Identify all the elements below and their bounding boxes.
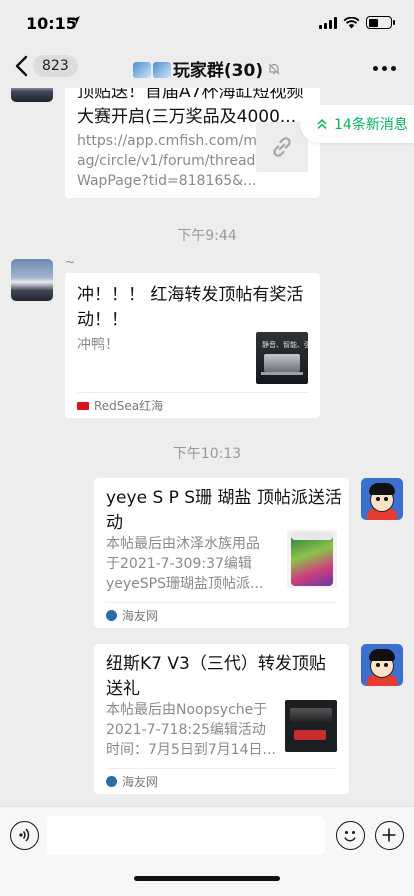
link-card[interactable]: 纽斯K7 V3（三代）转发顶贴 送礼 本帖最后由Noopsyche于 2021-…	[94, 644, 349, 794]
avatar[interactable]	[11, 88, 53, 102]
home-indicator[interactable]	[134, 876, 280, 881]
avatar[interactable]	[361, 644, 403, 686]
timestamp: 下午9:44	[177, 228, 237, 244]
new-messages-pill[interactable]: 14条新消息	[300, 105, 414, 143]
timestamp: 下午10:13	[172, 446, 242, 462]
card-title: 动！！	[77, 310, 128, 330]
card-source: 海友网	[106, 768, 337, 794]
input-bar	[0, 806, 414, 896]
link-card[interactable]: 冲！！！ 红海转发顶帖有奖活 动！！ 冲鸭！ 静音、智能、强劲 RedSea红海	[65, 273, 320, 418]
card-title: 顶贴送！首届A7杯海缸短视频	[77, 88, 304, 102]
link-card[interactable]: yeye S P S珊 瑚盐 顶帖派送活 动 本帖最后由沐泽水族用品 于2021…	[94, 478, 349, 628]
source-logo-icon	[106, 776, 117, 787]
card-desc: ag/circle/v1/forum/thread	[77, 153, 256, 169]
battery-icon	[366, 16, 395, 29]
new-messages-label: 14条新消息	[334, 117, 408, 133]
card-desc: WapPage?tid=818165&...	[77, 173, 257, 189]
group-name: 玩家群(30)	[172, 61, 264, 81]
avatar[interactable]	[11, 259, 53, 301]
source-logo-icon	[106, 610, 117, 621]
card-source-label: 海友网	[122, 775, 159, 789]
message-list[interactable]: 顶贴送！首届A7杯海缸短视频 大赛开启(三万奖品及4000... https:/…	[0, 88, 414, 806]
card-title: 纽斯K7 V3（三代）转发顶贴	[106, 654, 326, 674]
card-thumbnail: 静音、智能、强劲	[256, 332, 308, 384]
avatar[interactable]	[361, 478, 403, 520]
chat-header: 823 玩家群(30)	[0, 46, 414, 88]
card-desc: 冲鸭！	[77, 337, 119, 353]
sender-name: ~	[65, 255, 76, 269]
card-title: 送礼	[106, 679, 140, 699]
link-card[interactable]: 顶贴送！首届A7杯海缸短视频 大赛开启(三万奖品及4000... https:/…	[65, 88, 320, 198]
card-desc: 本帖最后由沐泽水族用品	[106, 536, 260, 552]
location-arrow-icon	[71, 16, 80, 25]
thumbnail-caption: 静音、智能、强劲	[262, 341, 308, 349]
signal-icon	[319, 16, 337, 29]
plus-icon[interactable]	[375, 821, 404, 850]
emoji-icon[interactable]	[336, 821, 365, 850]
bell-off-icon	[268, 63, 280, 75]
card-desc: 2021-7-718:25编辑活动	[106, 722, 266, 738]
voice-icon[interactable]	[10, 821, 39, 850]
group-emoji-icon	[132, 62, 151, 78]
redsea-logo-icon	[77, 401, 89, 410]
link-icon	[273, 137, 291, 157]
card-desc: yeyeSPS珊瑚盐顶帖派...	[106, 576, 264, 592]
more-dots-icon[interactable]	[373, 66, 396, 71]
card-thumbnail	[285, 700, 337, 752]
card-title: yeye S P S珊 瑚盐 顶帖派送活	[106, 488, 342, 508]
page-title: 玩家群(30)	[0, 56, 414, 81]
double-chevron-up-icon	[317, 118, 327, 130]
card-title: 冲！！！ 红海转发顶帖有奖活	[77, 285, 304, 305]
card-desc: 于2021-7-309:37编辑	[106, 556, 252, 572]
card-source-label: 海友网	[122, 609, 159, 623]
card-source: RedSea红海	[77, 392, 308, 418]
card-source-label: RedSea红海	[94, 399, 164, 413]
group-emoji-icon	[152, 62, 171, 78]
message-input[interactable]	[47, 816, 325, 855]
card-desc: 时间：7月5日到7月14日...	[106, 742, 276, 758]
card-source: 海友网	[106, 602, 337, 628]
wifi-icon	[343, 16, 360, 28]
card-desc: 本帖最后由Noopsyche于	[106, 702, 268, 718]
card-desc: https://app.cmfish.com/m	[77, 133, 258, 149]
card-thumbnail	[287, 530, 337, 588]
status-bar: 10:15	[0, 0, 414, 46]
